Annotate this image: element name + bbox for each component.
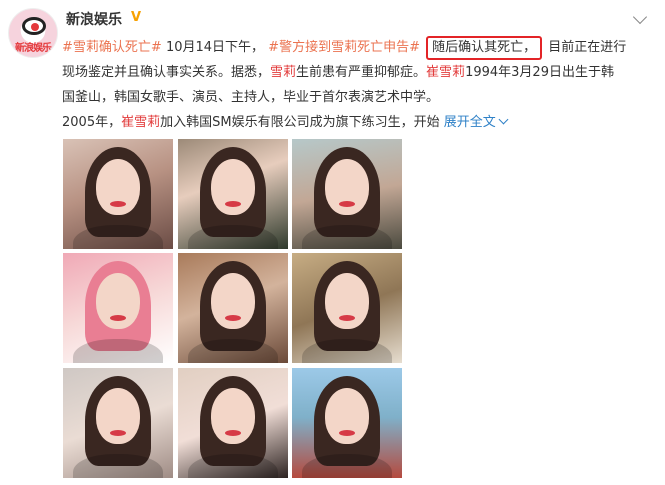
photo-thumbnail[interactable] (292, 139, 402, 249)
photo-grid (63, 139, 403, 481)
expand-full-text-link[interactable]: 展开全文 (443, 114, 509, 130)
photo-thumbnail[interactable] (292, 253, 402, 363)
name-link[interactable]: 崔雪莉 (426, 65, 465, 80)
logo-eye-icon (22, 17, 46, 35)
chevron-down-icon (498, 114, 509, 125)
photo-thumbnail[interactable] (63, 253, 173, 363)
photo-lips (110, 201, 126, 207)
post-text-segment: 2005年， (62, 115, 122, 130)
photo-lips (110, 430, 126, 436)
topic-link[interactable]: #警方接到雪莉死亡申告# (268, 40, 420, 55)
photo-lips (339, 201, 355, 207)
name-link[interactable]: 雪莉 (270, 65, 296, 80)
photo-shoulder (188, 339, 278, 363)
photo-shoulder (73, 454, 163, 478)
photo-thumbnail[interactable] (63, 368, 173, 478)
post-text-segment: 1994年3月29日出生于韩 (465, 65, 614, 80)
photo-shoulder (302, 225, 392, 249)
post-text-segment: 生前患有严重抑郁症。 (296, 65, 427, 80)
post-line-1: #雪莉确认死亡# 10月14日下午， #警方接到雪莉死亡申告# 随后确认其死亡，… (62, 35, 626, 61)
photo-lips (339, 430, 355, 436)
avatar-brand-text: 新浪娱乐 (15, 43, 52, 54)
photo-shoulder (188, 454, 278, 478)
photo-shoulder (73, 225, 163, 249)
highlighted-text: 随后确认其死亡， (426, 36, 543, 60)
photo-shoulder (73, 339, 163, 363)
post-text-segment: 目前正在进行 (548, 40, 627, 55)
photo-thumbnail[interactable] (292, 368, 402, 478)
photo-thumbnail[interactable] (178, 253, 288, 363)
chevron-down-icon[interactable] (632, 9, 648, 25)
post-time-text: 10月14日下午， (165, 40, 265, 55)
expand-label: 展开全文 (443, 115, 496, 130)
account-avatar[interactable]: 新浪娱乐 (8, 8, 58, 58)
photo-lips (225, 201, 241, 207)
photo-lips (110, 315, 126, 321)
account-name[interactable]: 新浪娱乐 (66, 9, 122, 29)
photo-lips (225, 430, 241, 436)
post-line-2: 现场鉴定并且确认事实关系。据悉，雪莉生前患有严重抑郁症。崔雪莉1994年3月29… (62, 60, 614, 86)
name-link[interactable]: 崔雪莉 (121, 115, 160, 130)
topic-link[interactable]: #雪莉确认死亡# (62, 40, 162, 55)
post-line-4: 2005年，崔雪莉加入韩国SM娱乐有限公司成为旗下练习生，开始 展开全文 (62, 110, 509, 136)
photo-shoulder (302, 339, 392, 363)
photo-shoulder (188, 225, 278, 249)
photo-thumbnail[interactable] (63, 139, 173, 249)
photo-lips (225, 315, 241, 321)
post-text-segment: 现场鉴定并且确认事实关系。据悉， (62, 65, 271, 80)
photo-shoulder (302, 454, 392, 478)
verified-badge-icon: V (131, 10, 142, 25)
post-text-segment: 加入韩国SM娱乐有限公司成为旗下练习生，开始 (160, 115, 440, 130)
post-line-3: 国釜山，韩国女歌手、演员、主持人，毕业于首尔表演艺术中学。 (62, 90, 440, 105)
photo-lips (339, 315, 355, 321)
photo-thumbnail[interactable] (178, 139, 288, 249)
photo-thumbnail[interactable] (178, 368, 288, 478)
